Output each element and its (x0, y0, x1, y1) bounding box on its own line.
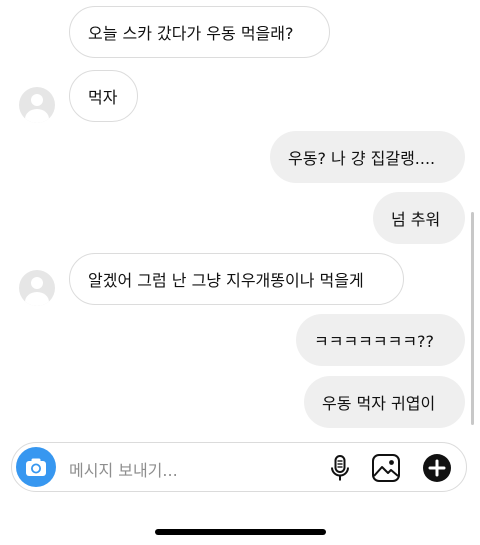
message-text: 우동 먹자 귀엽이 (322, 394, 436, 413)
avatar-head (31, 94, 43, 106)
home-indicator (155, 529, 326, 535)
message-thread[interactable]: 오늘 스카 갔다가 우동 먹을래? 먹자 우동? 나 걍 집갈랭.... 넘 추… (0, 0, 480, 440)
voice-button[interactable] (324, 452, 356, 484)
outgoing-message[interactable]: ㅋㅋㅋㅋㅋㅋㅋ?? (296, 314, 465, 366)
message-text: 알겠어 그럼 난 그냥 지우개똥이나 먹을게 (88, 271, 364, 290)
camera-icon (26, 458, 46, 476)
microphone-icon (331, 455, 349, 481)
avatar-body (25, 109, 49, 123)
incoming-message[interactable]: 알겠어 그럼 난 그냥 지우개똥이나 먹을게 (69, 253, 404, 305)
outgoing-message[interactable]: 우동 먹자 귀엽이 (304, 376, 465, 428)
incoming-message[interactable]: 먹자 (69, 70, 138, 122)
add-button[interactable] (421, 452, 453, 484)
outgoing-message[interactable]: 넘 추워 (373, 192, 465, 244)
scrollbar[interactable] (471, 212, 474, 425)
avatar-body (25, 292, 49, 306)
message-input[interactable]: 메시지 보내기... (69, 457, 178, 481)
avatar[interactable] (19, 87, 55, 123)
message-text: 넘 추워 (391, 210, 441, 229)
message-text: 오늘 스카 갔다가 우동 먹을래? (88, 24, 294, 43)
avatar[interactable] (19, 270, 55, 306)
camera-button[interactable] (16, 447, 56, 487)
message-text: 먹자 (88, 88, 118, 107)
message-composer: 메시지 보내기... (11, 442, 467, 492)
plus-icon (423, 454, 451, 482)
incoming-message[interactable]: 오늘 스카 갔다가 우동 먹을래? (69, 6, 330, 58)
avatar-head (31, 277, 43, 289)
gallery-icon (372, 454, 400, 482)
message-text: 우동? 나 걍 집갈랭.... (288, 149, 436, 168)
message-text: ㅋㅋㅋㅋㅋㅋㅋ?? (314, 332, 435, 351)
outgoing-message[interactable]: 우동? 나 걍 집갈랭.... (270, 131, 465, 183)
gallery-button[interactable] (370, 452, 402, 484)
